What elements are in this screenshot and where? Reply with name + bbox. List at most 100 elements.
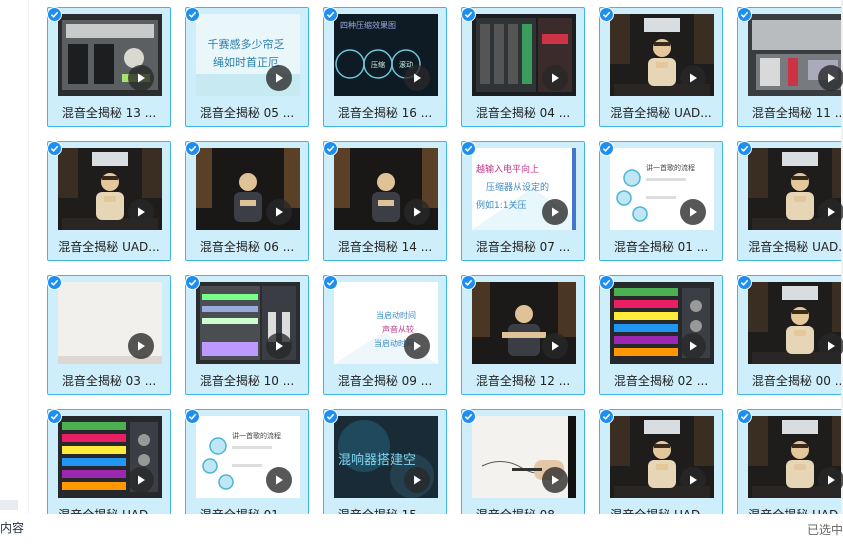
video-file-tile[interactable]: 讲一首歌的流程混音全揭秘 01 ... — [185, 409, 309, 514]
play-icon[interactable] — [128, 467, 154, 493]
selected-check-icon[interactable] — [737, 409, 752, 424]
selected-check-icon[interactable] — [323, 275, 338, 290]
svg-text:绳如时首正厄: 绳如时首正厄 — [213, 55, 279, 69]
selected-check-icon[interactable] — [47, 275, 62, 290]
video-file-tile[interactable]: 千赛感多少帘乏 绳如时首正厄 混音全揭秘 05 ... — [185, 7, 309, 127]
svg-text:讲一首歌的流程: 讲一首歌的流程 — [232, 431, 281, 440]
video-file-tile[interactable]: 四种压缩效果图 压缩 滚动 混音全揭秘 16 ... — [323, 7, 447, 127]
play-icon[interactable] — [128, 199, 154, 225]
selected-check-icon[interactable] — [599, 275, 614, 290]
selected-check-icon[interactable] — [323, 409, 338, 424]
video-thumbnail — [472, 14, 576, 96]
video-thumbnail: 当启动时间 声音从较 当启动时间 — [334, 282, 438, 364]
file-name-label: 混音全揭秘 UAD... — [748, 240, 843, 254]
selected-check-icon[interactable] — [185, 7, 200, 22]
selected-check-icon[interactable] — [737, 275, 752, 290]
video-file-tile[interactable]: 混音全揭秘 UAD... — [47, 141, 171, 261]
play-icon[interactable] — [128, 65, 154, 91]
file-name-label: 混音全揭秘 13 ... — [61, 106, 157, 120]
file-name-label: 混音全揭秘 08 ... — [462, 506, 584, 514]
svg-text:四种压缩效果图: 四种压缩效果图 — [340, 20, 396, 30]
selected-check-icon[interactable] — [185, 141, 200, 156]
play-icon[interactable] — [542, 65, 568, 91]
play-icon[interactable] — [542, 199, 568, 225]
file-name-label: 混音全揭秘 09 ... — [337, 374, 433, 388]
selected-check-icon[interactable] — [47, 7, 62, 22]
play-icon[interactable] — [680, 333, 706, 359]
selected-check-icon[interactable] — [737, 141, 752, 156]
selected-check-icon[interactable] — [323, 7, 338, 22]
video-file-tile[interactable]: 混音全揭秘 04 ... — [461, 7, 585, 127]
selected-check-icon[interactable] — [185, 409, 200, 424]
svg-text:压缩: 压缩 — [371, 60, 385, 69]
video-file-tile[interactable]: 越输入电平向上 压缩器从设定的 例如1:1关压 混音全揭秘 07 ... — [461, 141, 585, 261]
play-icon[interactable] — [404, 467, 430, 493]
play-icon[interactable] — [404, 65, 430, 91]
video-file-tile[interactable]: 混音全揭秘 12 ... — [461, 275, 585, 395]
video-file-tile[interactable]: 混音全揭秘 00 ... — [737, 275, 843, 395]
selected-check-icon[interactable] — [461, 141, 476, 156]
video-file-tile[interactable]: 混音全揭秘 08 ... — [461, 409, 585, 514]
play-icon[interactable] — [680, 467, 706, 493]
play-icon[interactable] — [818, 65, 843, 91]
play-icon[interactable] — [680, 65, 706, 91]
video-file-tile[interactable]: 混音全揭秘 14 ... — [323, 141, 447, 261]
play-icon[interactable] — [542, 333, 568, 359]
svg-text:当启动时间: 当启动时间 — [376, 310, 416, 320]
video-thumbnail — [610, 282, 714, 364]
video-file-tile[interactable]: 混音全揭秘 02 ... — [599, 275, 723, 395]
video-file-tile[interactable]: 混音全揭秘 UAD... — [47, 409, 171, 514]
selected-check-icon[interactable] — [461, 409, 476, 424]
selected-check-icon[interactable] — [599, 7, 614, 22]
video-file-tile[interactable]: 混音全揭秘 03 ... — [47, 275, 171, 395]
play-icon[interactable] — [266, 467, 292, 493]
play-icon[interactable] — [818, 333, 843, 359]
selected-check-icon[interactable] — [737, 7, 752, 22]
file-name-label: 混音全揭秘 14 ... — [337, 240, 433, 254]
play-icon[interactable] — [266, 65, 292, 91]
play-icon[interactable] — [680, 199, 706, 225]
play-icon[interactable] — [404, 333, 430, 359]
file-grid: 混音全揭秘 13 ... 千赛感多少帘乏 绳如时首正厄 混音全揭秘 05 ... 四种压… — [0, 0, 843, 514]
selected-check-icon[interactable] — [323, 141, 338, 156]
video-file-tile[interactable]: 混音全揭秘 10 ... — [185, 275, 309, 395]
video-file-tile[interactable]: 混音全揭秘 13 ... — [47, 7, 171, 127]
file-name-label: 混音全揭秘 02 ... — [613, 374, 709, 388]
video-file-tile[interactable]: 混响器搭建空混音全揭秘 15 ... — [323, 409, 447, 514]
play-icon[interactable] — [542, 467, 568, 493]
selected-check-icon[interactable] — [47, 141, 62, 156]
selected-check-icon[interactable] — [47, 409, 62, 424]
selected-check-icon[interactable] — [599, 409, 614, 424]
video-file-tile[interactable]: 混音全揭秘 06 ... — [185, 141, 309, 261]
video-file-tile[interactable]: 混音全揭秘 UAD... — [737, 141, 843, 261]
file-name-label: 混音全揭秘 15 ... — [324, 506, 446, 514]
svg-text:例如1:1关压: 例如1:1关压 — [476, 199, 527, 211]
file-name-label: 混音全揭秘 00 ... — [751, 374, 843, 388]
selected-check-icon[interactable] — [599, 141, 614, 156]
video-file-tile[interactable]: 混音全揭秘 UAD... — [737, 409, 843, 514]
video-thumbnail — [58, 282, 162, 364]
video-thumbnail — [58, 416, 162, 498]
video-file-tile[interactable]: 当启动时间 声音从较 当启动时间混音全揭秘 09 ... — [323, 275, 447, 395]
video-file-tile[interactable]: 混音全揭秘 UAD... — [599, 7, 723, 127]
selected-check-icon[interactable] — [461, 275, 476, 290]
video-thumbnail — [196, 148, 300, 230]
video-thumbnail — [610, 416, 714, 498]
play-icon[interactable] — [266, 333, 292, 359]
play-icon[interactable] — [818, 467, 843, 493]
sidebar-item-label[interactable]: 内容 — [0, 519, 28, 536]
play-icon[interactable] — [266, 199, 292, 225]
file-name-label: 混音全揭秘 UAD... — [738, 506, 843, 514]
file-name-label: 混音全揭秘 UAD... — [610, 106, 712, 120]
play-icon[interactable] — [404, 199, 430, 225]
video-file-tile[interactable]: 讲一首歌的流程混音全揭秘 01 ... — [599, 141, 723, 261]
video-thumbnail: 讲一首歌的流程 — [196, 416, 300, 498]
video-file-tile[interactable]: 混音全揭秘 UAD... — [599, 409, 723, 514]
file-name-label: 混音全揭秘 12 ... — [475, 374, 571, 388]
play-icon[interactable] — [128, 333, 154, 359]
play-icon[interactable] — [818, 199, 843, 225]
video-file-tile[interactable]: 混音全揭秘 11 ... — [737, 7, 843, 127]
selected-check-icon[interactable] — [185, 275, 200, 290]
file-name-label: 混音全揭秘 07 ... — [475, 240, 571, 254]
selected-check-icon[interactable] — [461, 7, 476, 22]
